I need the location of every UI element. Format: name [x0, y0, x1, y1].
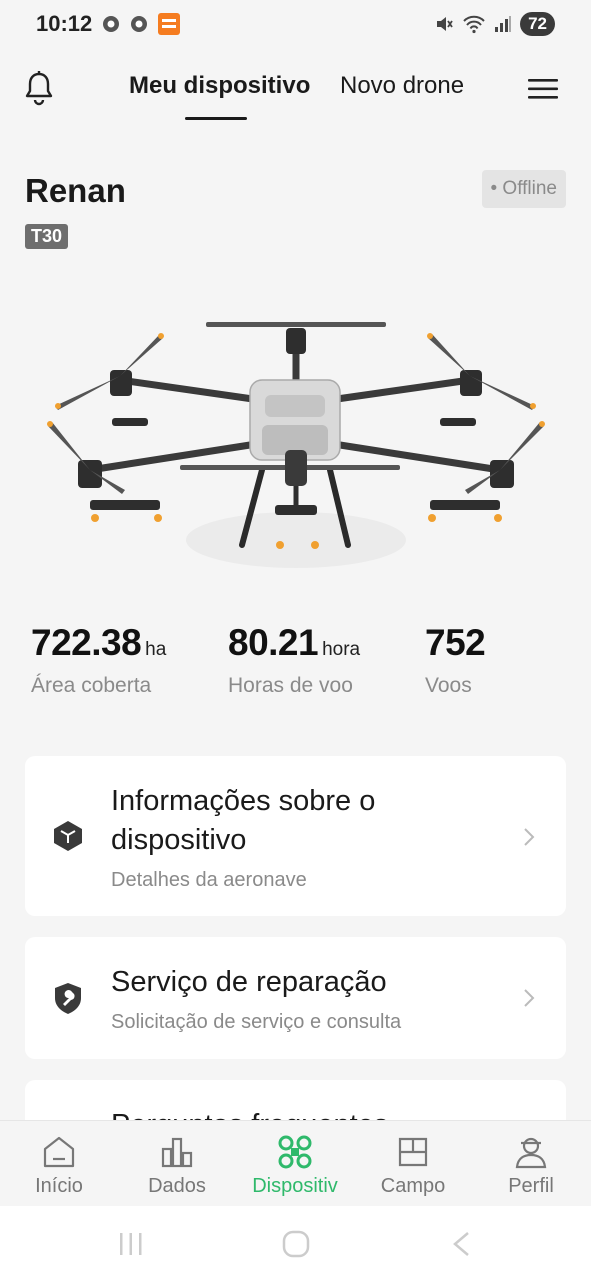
field-icon [398, 1137, 428, 1167]
card-title: dispositivo [111, 824, 247, 856]
device-name: Renan [25, 172, 126, 209]
card-title: Informações sobre o [111, 785, 376, 817]
tab-novo-drone[interactable]: Novo drone [340, 72, 464, 100]
nav-label: Dados [148, 1175, 206, 1197]
status-badge: • Offline [481, 170, 566, 208]
repair-service-card[interactable]: Serviço de reparação Solicitação de serv… [25, 937, 566, 1059]
stat-value: 80.21 [228, 622, 319, 663]
battery-badge: 72 [520, 12, 555, 36]
nav-item-dados[interactable]: Dados [118, 1121, 236, 1207]
chevron-right-icon [524, 828, 535, 846]
stat-unit: ha [145, 639, 167, 660]
profile-icon [515, 1137, 547, 1169]
nav-label: Campo [380, 1175, 446, 1197]
bottom-nav: Início Dados Dispositiv Campo Perfil [0, 1120, 591, 1206]
menu-icon[interactable] [526, 76, 560, 102]
tab-underline [185, 117, 247, 120]
stat-label: Área coberta [31, 674, 152, 697]
system-nav-bar [0, 1206, 591, 1280]
chrome-icon [131, 16, 148, 32]
status-time: 10:12 [36, 11, 93, 36]
home-button-icon[interactable] [281, 1230, 311, 1258]
tab-meu-dispositivo[interactable]: Meu dispositivo [129, 72, 310, 100]
stat-flight-hours: 80.21 hora Horas de voo [228, 622, 360, 698]
drone-icon [278, 1135, 312, 1169]
temu-icon [158, 13, 181, 35]
home-icon [43, 1136, 75, 1168]
bar-chart-icon [161, 1137, 193, 1168]
signal-icon [495, 16, 512, 32]
stat-label: Voos [425, 674, 472, 697]
card-subtitle: Detalhes da aeronave [111, 869, 307, 891]
stats-row: 722.38 ha Área coberta 80.21 hora Horas de… [0, 622, 591, 712]
wrench-shield-icon [55, 983, 81, 1014]
mute-icon [437, 17, 453, 31]
nav-label: Perfil [508, 1175, 554, 1197]
nav-item-campo[interactable]: Campo [354, 1121, 472, 1207]
chrome-icon [103, 16, 120, 32]
nav-label: Início [35, 1175, 83, 1197]
stat-value: 752 [425, 622, 486, 663]
nav-label: Dispositiv [252, 1175, 338, 1197]
chevron-right-icon [524, 989, 535, 1007]
drone-image [47, 322, 545, 568]
recent-apps-icon[interactable] [116, 1230, 146, 1258]
model-badge: T30 [25, 224, 69, 249]
wifi-icon [463, 15, 485, 34]
top-nav: Meu dispositivo Novo drone [0, 58, 591, 122]
stat-flights: 752 Voos [425, 622, 486, 698]
card-title: Serviço de reparação [111, 966, 387, 998]
card-subtitle: Solicitação de serviço e consulta [111, 1011, 402, 1033]
nav-item-inicio[interactable]: Início [0, 1121, 118, 1207]
cube-icon [54, 821, 82, 851]
stat-value: 722.38 [31, 622, 142, 663]
stat-label: Horas de voo [228, 674, 353, 697]
stat-area: 722.38 ha Área coberta [31, 622, 166, 698]
bell-icon[interactable] [22, 68, 56, 108]
nav-item-perfil[interactable]: Perfil [472, 1121, 590, 1207]
back-icon[interactable] [446, 1230, 476, 1258]
nav-item-dispositivo[interactable]: Dispositiv [236, 1121, 354, 1207]
status-bar: 10:12 72 [0, 0, 591, 48]
stat-unit: hora [322, 639, 361, 660]
device-header: Renan T30 • Offline [25, 168, 566, 258]
device-info-card[interactable]: Informações sobre o dispositivo Detalhes… [25, 756, 566, 916]
